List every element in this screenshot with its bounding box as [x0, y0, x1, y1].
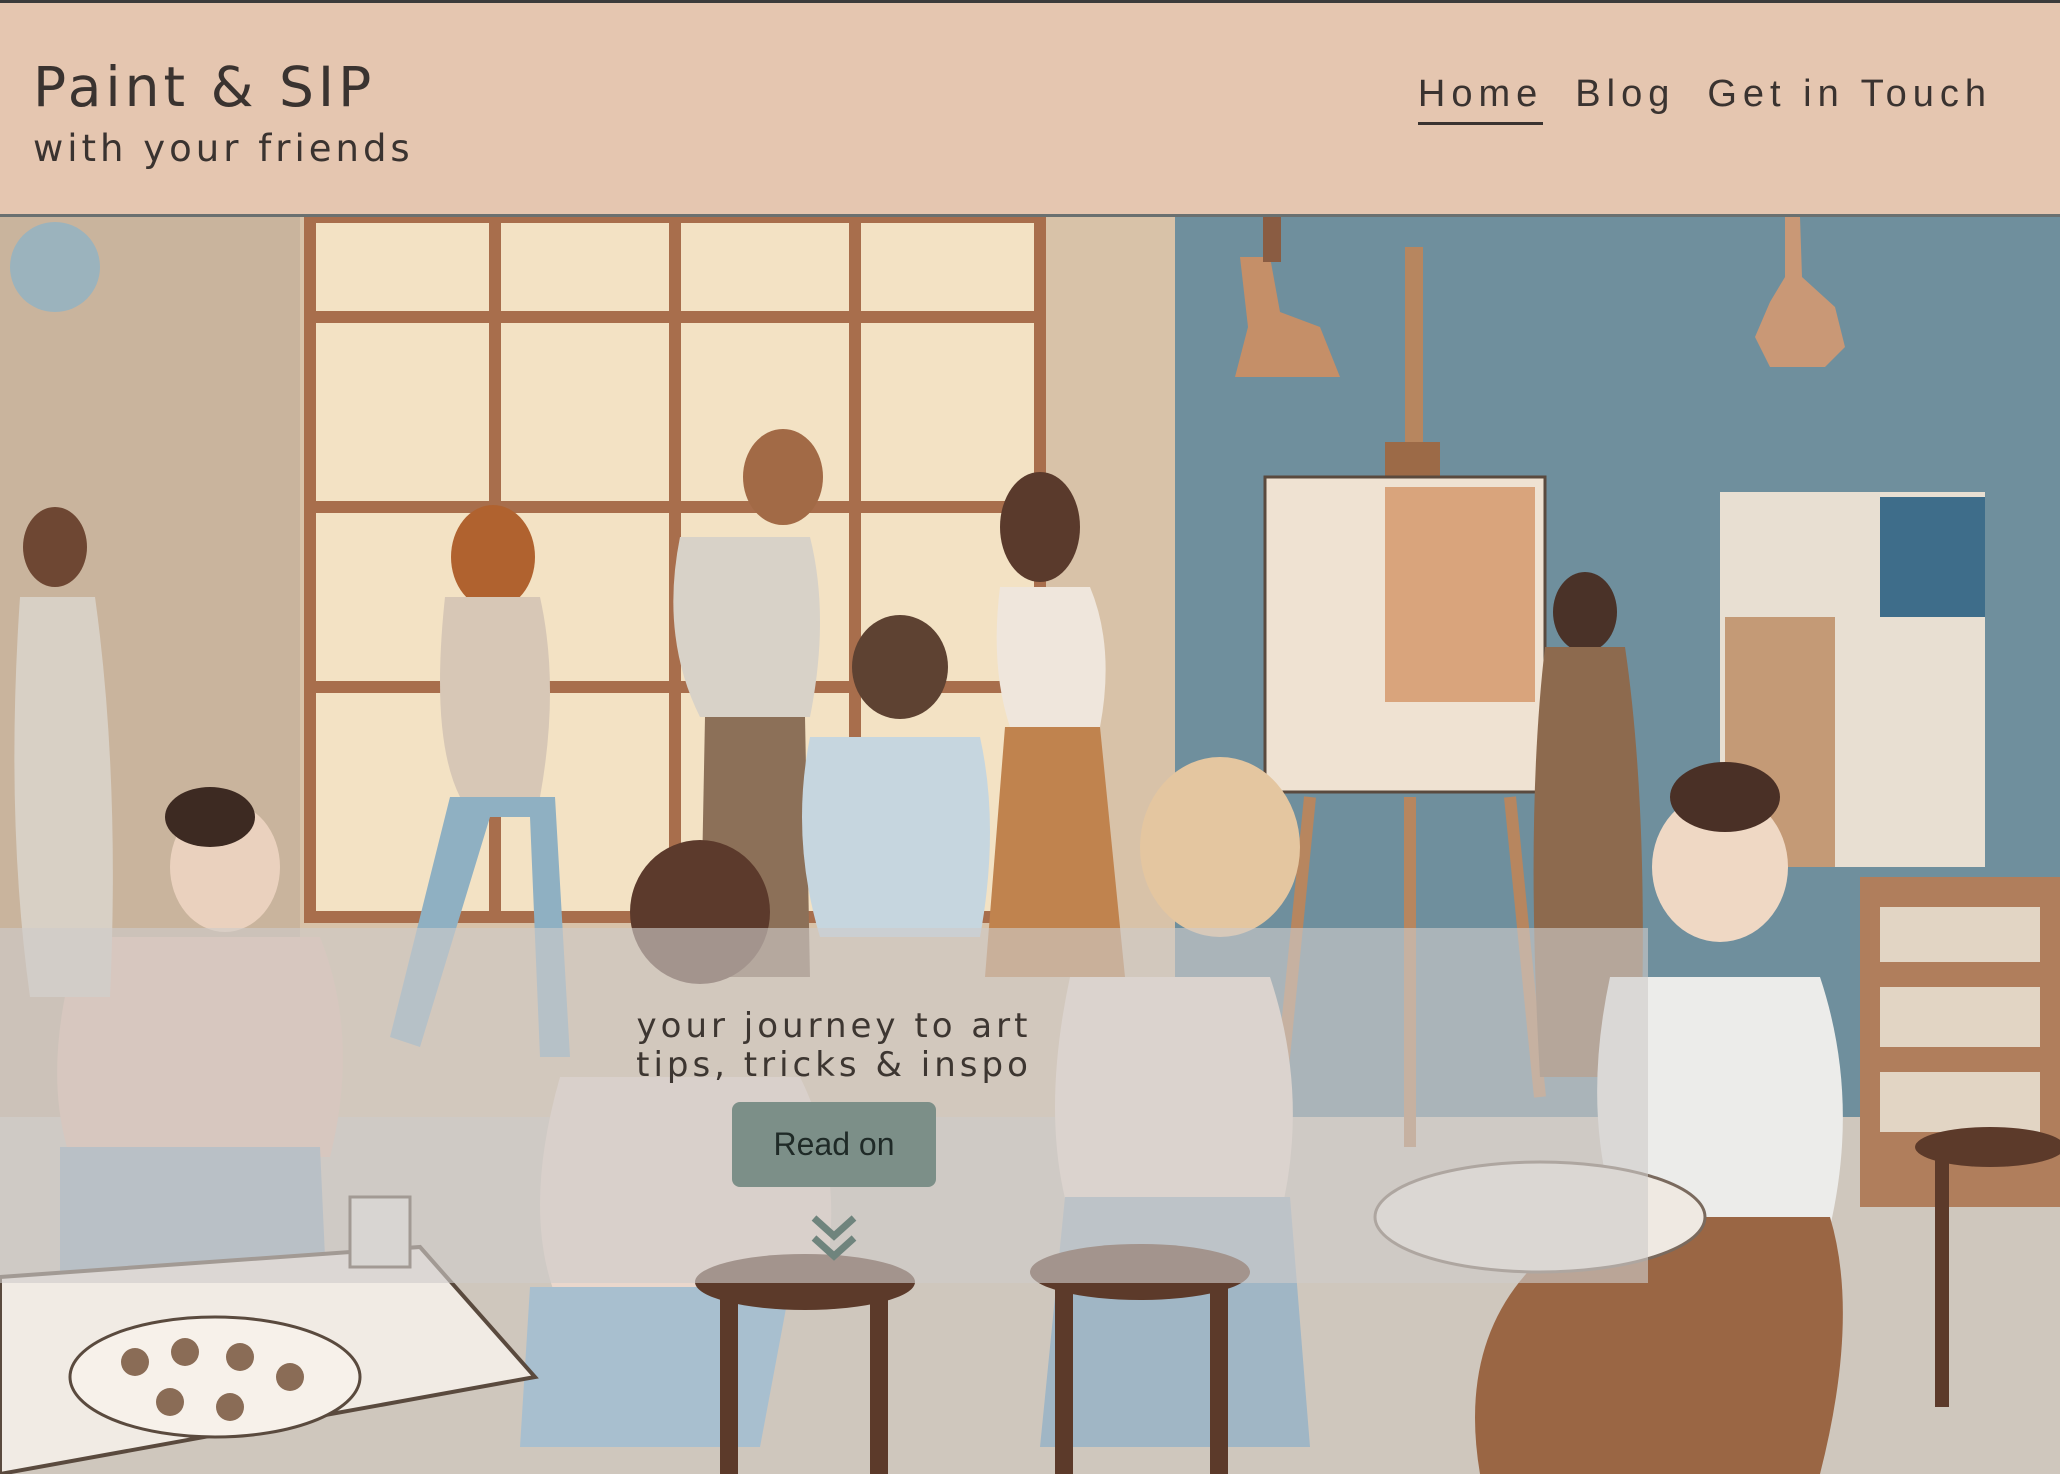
main-nav: Home Blog Get in Touch: [1417, 73, 1992, 125]
hero-image: [0, 217, 2060, 1474]
nav-blog-link[interactable]: Blog: [1575, 73, 1675, 125]
hero-section: [0, 217, 2060, 1474]
nav-home-link[interactable]: Home: [1417, 73, 1544, 125]
double-chevron-down-icon[interactable]: [806, 1210, 862, 1266]
read-on-button[interactable]: Read on: [732, 1102, 936, 1187]
hero-tagline-line1: your journey to art: [636, 1006, 1032, 1046]
page: Paint & SIP with your friends Home Blog …: [0, 0, 2060, 1474]
nav-contact-link[interactable]: Get in Touch: [1707, 73, 1992, 125]
site-title[interactable]: Paint & SIP: [33, 55, 375, 119]
hero-tagline-line2: tips, tricks & inspo: [636, 1045, 1032, 1085]
site-header: Paint & SIP with your friends Home Blog …: [0, 0, 2060, 217]
site-subtitle: with your friends: [33, 127, 414, 170]
